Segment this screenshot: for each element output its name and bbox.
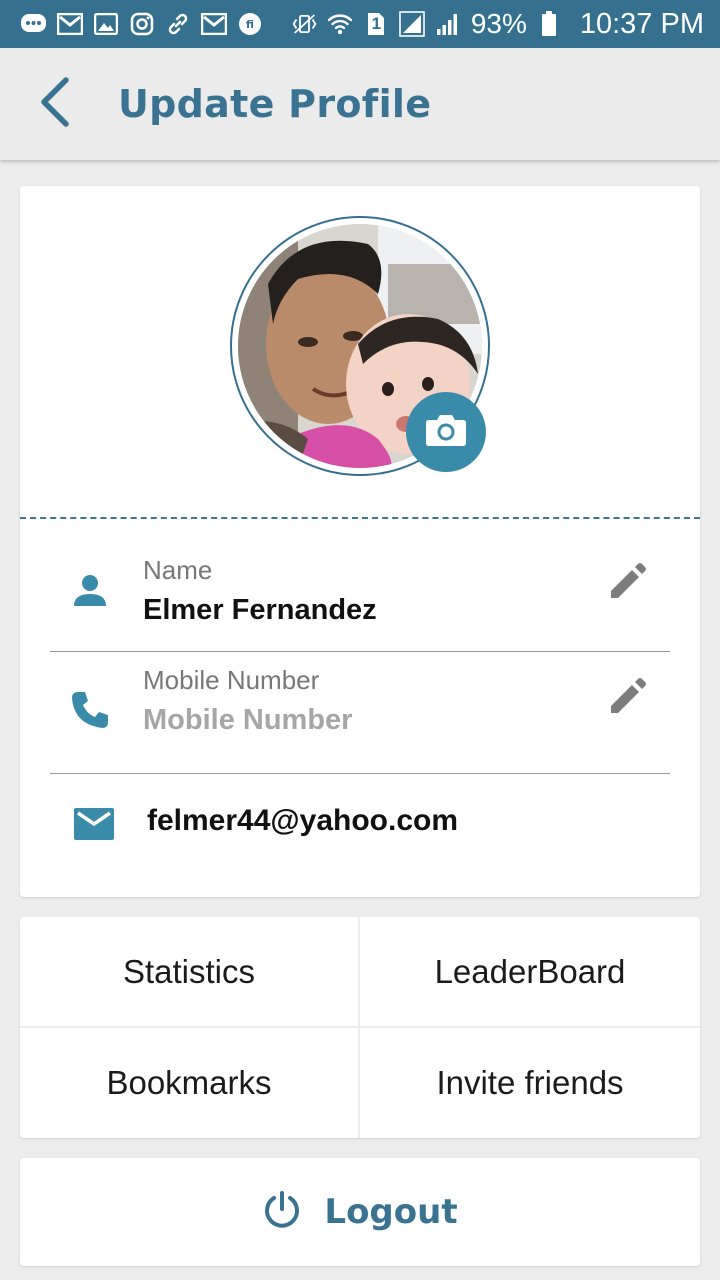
edit-name-button[interactable] (606, 561, 650, 605)
sim-slot-label: 1 (371, 14, 382, 33)
mobile-label: Mobile Number (143, 665, 320, 695)
divider (20, 517, 700, 519)
logout-button[interactable]: Logout (20, 1158, 700, 1266)
bookmarks-button[interactable]: Bookmarks (20, 1028, 358, 1138)
clock: 10:37 PM (579, 7, 704, 40)
mobile-value[interactable]: Mobile Number (143, 704, 352, 737)
sim-icon: 1 (363, 11, 390, 38)
name-label: Name (143, 555, 213, 585)
instagram-icon (128, 11, 155, 38)
email-row: felmer44@yahoo.com (50, 774, 670, 894)
battery-icon (536, 11, 563, 38)
gmail-icon (200, 11, 227, 38)
pencil-icon (608, 561, 648, 606)
link-icon (164, 11, 191, 38)
gallery-icon (92, 11, 119, 38)
phone-icon (68, 688, 112, 732)
svg-text:fi: fi (245, 18, 253, 31)
pencil-icon (608, 676, 648, 721)
mail-icon (72, 802, 116, 846)
name-value: Elmer Fernandez (143, 594, 377, 626)
gmail-icon (56, 11, 83, 38)
wifi-icon (327, 11, 354, 38)
mobile-row: Mobile Number Mobile Number (50, 652, 670, 774)
invite-friends-button[interactable]: Invite friends (360, 1028, 700, 1138)
profile-menu: Statistics LeaderBoard Bookmarks Invite … (20, 917, 700, 1138)
person-icon (68, 568, 112, 612)
status-bar: fi 1 93% 10:37 PM (0, 0, 720, 48)
signal-icon (435, 11, 462, 38)
signal-icon (399, 11, 426, 38)
logout-label: Logout (324, 1192, 458, 1232)
email-value: felmer44@yahoo.com (147, 804, 459, 837)
system-status: 1 93% 10:37 PM (291, 8, 704, 41)
camera-icon (425, 413, 467, 452)
back-button[interactable] (26, 76, 82, 132)
edit-mobile-button[interactable] (606, 676, 650, 720)
app-bar: Update Profile (0, 48, 720, 160)
vibrate-icon (291, 11, 318, 38)
statistics-button[interactable]: Statistics (20, 917, 358, 1026)
chevron-left-icon (36, 76, 72, 133)
change-photo-button[interactable] (406, 392, 486, 472)
fi-icon: fi (236, 11, 263, 38)
messaging-icon (20, 11, 47, 38)
leaderboard-button[interactable]: LeaderBoard (360, 917, 700, 1026)
power-icon (262, 1190, 302, 1235)
notification-icons: fi (20, 11, 263, 38)
battery-percent: 93% (470, 8, 527, 39)
profile-card: Name Elmer Fernandez Mobile Number Mobil… (20, 186, 700, 897)
name-row: Name Elmer Fernandez (50, 538, 670, 652)
page-title: Update Profile (118, 82, 432, 126)
